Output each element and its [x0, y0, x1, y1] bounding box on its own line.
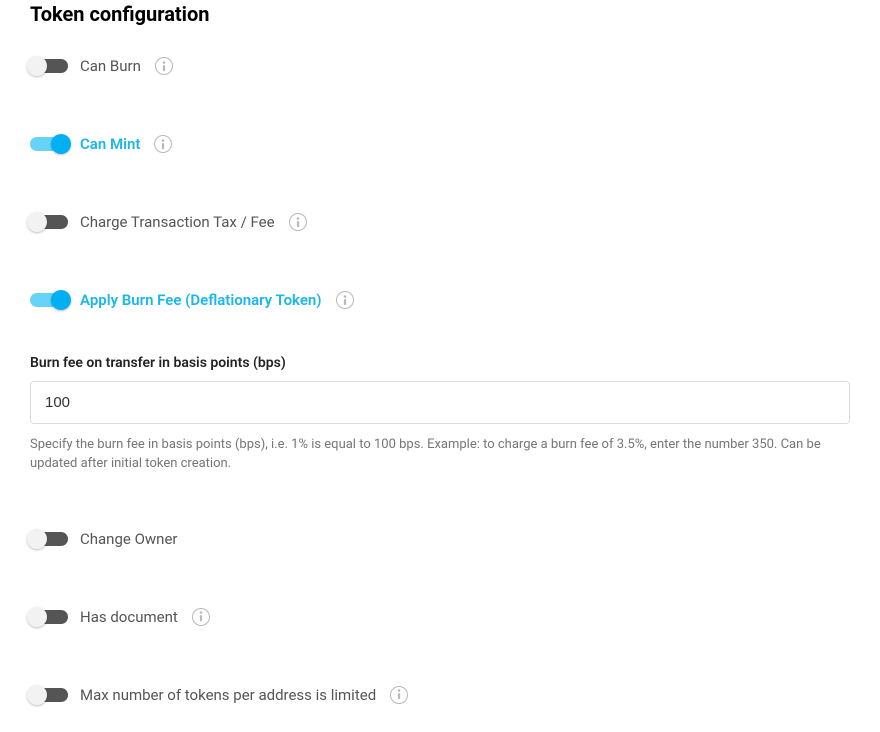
- burn-fee-field: Burn fee on transfer in basis points (bp…: [30, 355, 850, 474]
- toggle-label-can-mint: Can Mint: [80, 135, 140, 153]
- toggle-change-owner[interactable]: [30, 529, 68, 549]
- toggle-charge-tax[interactable]: [30, 212, 68, 232]
- toggle-label-has-document: Has document: [80, 608, 178, 626]
- toggle-can-mint[interactable]: [30, 134, 68, 154]
- toggle-max-tokens[interactable]: [30, 685, 68, 705]
- info-icon[interactable]: [336, 291, 354, 309]
- info-icon[interactable]: [154, 135, 172, 153]
- burn-fee-input[interactable]: [30, 381, 850, 424]
- info-icon[interactable]: [390, 686, 408, 704]
- toggle-row-charge-tax: Charge Transaction Tax / Fee: [30, 212, 850, 232]
- info-icon[interactable]: [155, 57, 173, 75]
- toggle-has-document[interactable]: [30, 607, 68, 627]
- toggle-label-can-burn: Can Burn: [80, 57, 141, 75]
- toggle-row-can-mint: Can Mint: [30, 134, 850, 154]
- toggle-label-change-owner: Change Owner: [80, 530, 177, 548]
- toggle-row-has-document: Has document: [30, 607, 850, 627]
- burn-fee-label: Burn fee on transfer in basis points (bp…: [30, 355, 850, 371]
- toggle-label-max-tokens: Max number of tokens per address is limi…: [80, 686, 376, 704]
- toggle-row-max-tokens: Max number of tokens per address is limi…: [30, 685, 850, 705]
- toggle-can-burn[interactable]: [30, 56, 68, 76]
- page-title: Token configuration: [30, 2, 850, 26]
- toggle-apply-burn-fee[interactable]: [30, 290, 68, 310]
- burn-fee-help: Specify the burn fee in basis points (bp…: [30, 436, 850, 474]
- toggle-label-charge-tax: Charge Transaction Tax / Fee: [80, 213, 275, 231]
- toggle-row-can-burn: Can Burn: [30, 56, 850, 76]
- toggle-row-apply-burn-fee: Apply Burn Fee (Deflationary Token): [30, 290, 850, 310]
- info-icon[interactable]: [289, 213, 307, 231]
- info-icon[interactable]: [192, 608, 210, 626]
- toggle-label-apply-burn-fee: Apply Burn Fee (Deflationary Token): [80, 291, 322, 309]
- toggle-row-change-owner: Change Owner: [30, 529, 850, 549]
